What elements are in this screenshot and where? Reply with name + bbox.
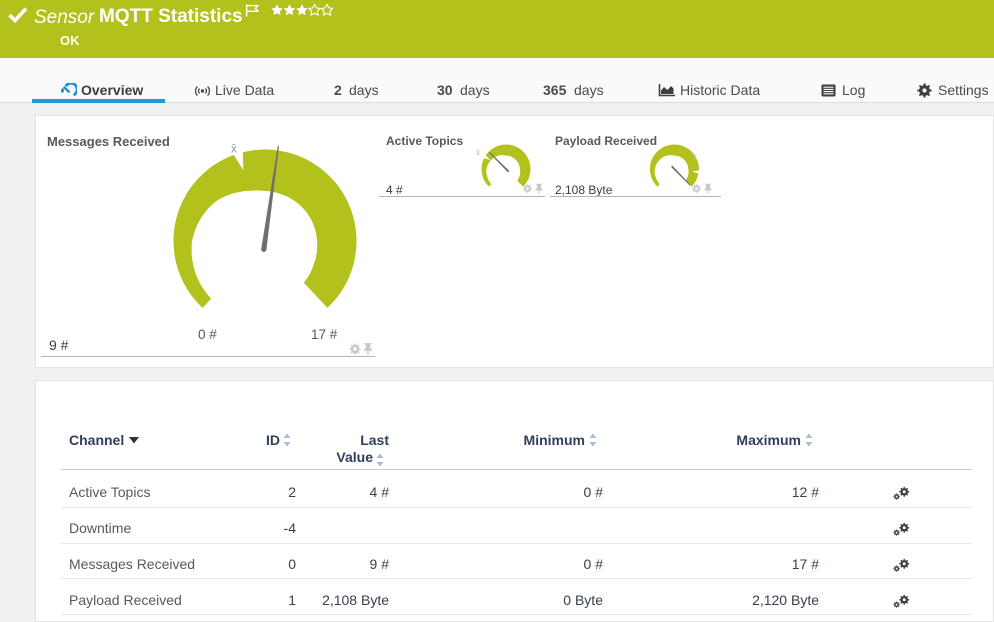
svg-text:x̄: x̄ (476, 148, 480, 157)
svg-text:x̄: x̄ (231, 144, 237, 156)
svg-text:x̄: x̄ (693, 153, 697, 162)
